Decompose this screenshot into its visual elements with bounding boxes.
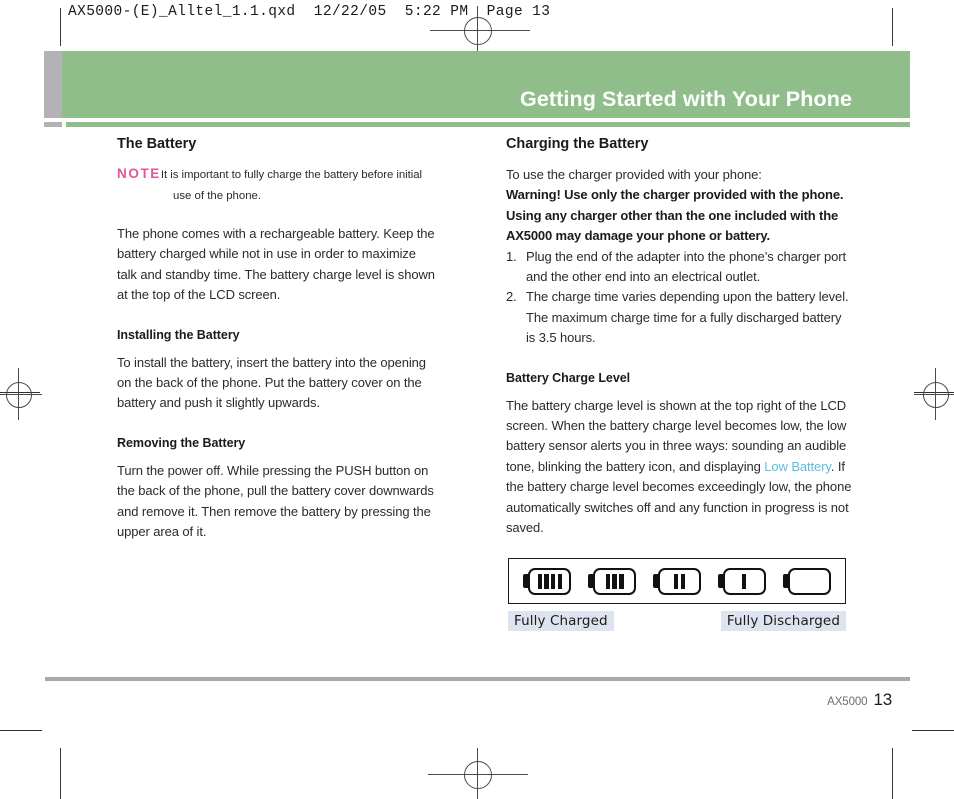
footer-page-number: 13 (873, 690, 892, 709)
heading-battery-charge-level: Battery Charge Level (506, 370, 631, 385)
battery-level-bar (557, 573, 563, 589)
page-edge-left-top (60, 8, 61, 46)
battery-terminal-icon (782, 574, 789, 588)
battery-level-bar (619, 573, 624, 589)
heading-the-battery: The Battery (117, 136, 197, 152)
battery-level-bar (605, 573, 611, 589)
crop-tick-bottom-right (912, 730, 954, 731)
battery-level-bar (544, 573, 549, 589)
battery-icon-4-bars (523, 567, 572, 595)
heading-installing-the-battery: Installing the Battery (117, 327, 240, 342)
label-fully-discharged: Fully Discharged (720, 611, 846, 631)
charging-steps-list: 1. Plug the end of the adapter into the … (506, 247, 854, 349)
list-item-number: 1. (506, 248, 517, 264)
battery-icon-0-bars (782, 567, 831, 595)
page-edge-right-bottom (892, 748, 893, 799)
footer-divider (45, 677, 910, 681)
banner-underline-rule (66, 122, 910, 127)
note-text-line1: It is important to fully charge the batt… (160, 169, 423, 181)
battery-body (722, 567, 766, 595)
banner-side-tab (44, 51, 62, 118)
crop-tick-left (0, 392, 40, 393)
battery-level-bar (537, 573, 542, 589)
crop-tick-right (914, 392, 954, 393)
chapter-banner: Getting Started with Your Phone (62, 51, 910, 118)
battery-body (528, 567, 572, 595)
paragraph-battery-intro: The phone comes with a rechargeable batt… (117, 226, 435, 303)
paragraph-removing-the-battery: Turn the power off. While pressing the P… (117, 462, 434, 540)
page-title: Getting Started with Your Phone (520, 87, 852, 111)
note-block: NOTEIt is important to fully charge the … (117, 165, 435, 206)
battery-icon-2-bars (652, 567, 701, 595)
battery-body (657, 567, 701, 595)
page-edge-left-bottom (60, 748, 61, 799)
paragraph-installing-the-battery: To install the battery, insert the batte… (117, 354, 426, 411)
footer-model-name: AX5000 (827, 696, 868, 708)
list-item: 2. The charge time varies depending upon… (506, 287, 854, 348)
battery-terminal-icon (523, 574, 530, 588)
list-item-text: Plug the end of the adapter into the pho… (526, 248, 847, 285)
registration-mark-left (0, 368, 46, 420)
battery-level-figure (508, 558, 846, 604)
battery-icon-row (509, 559, 845, 603)
battery-body (593, 567, 637, 595)
note-tag: NOTE (117, 166, 161, 181)
low-battery-link[interactable]: Low Battery (764, 459, 831, 474)
footer: AX5000 13 (827, 690, 892, 710)
battery-level-bar (612, 573, 617, 589)
battery-icon-1-bars (717, 567, 766, 595)
rule-side-tab (44, 122, 62, 127)
qxd-file-header: AX5000-(E)_Alltel_1.1.qxd 12/22/05 5:22 … (68, 4, 551, 20)
battery-body (787, 567, 831, 595)
battery-level-bar (551, 573, 556, 589)
paragraph-charger-intro: To use the charger provided with your ph… (506, 167, 762, 182)
registration-mark-bottom (428, 748, 528, 799)
right-column: Charging the Battery To use the charger … (506, 136, 854, 547)
registration-mark-right (910, 368, 954, 420)
battery-figure-labels: Fully Charged Fully Discharged (508, 611, 846, 631)
left-column: The Battery NOTEIt is important to fully… (117, 136, 435, 550)
paragraph-charger-warning: Warning! Use only the charger provided w… (506, 187, 844, 244)
battery-terminal-icon (588, 574, 595, 588)
note-text-line2: use of the phone. (173, 189, 262, 202)
paragraph-battery-charge-level: The battery charge level is shown at the… (506, 396, 854, 539)
battery-terminal-icon (652, 574, 659, 588)
list-item: 1. Plug the end of the adapter into the … (506, 247, 854, 288)
list-item-number: 2. (506, 289, 517, 305)
list-item-text: The charge time varies depending upon th… (526, 289, 849, 346)
battery-level-bar (680, 573, 686, 589)
label-fully-charged: Fully Charged (508, 611, 614, 631)
heading-charging-the-battery: Charging the Battery (506, 136, 649, 152)
battery-terminal-icon (717, 574, 724, 588)
battery-level-bar (742, 573, 747, 589)
battery-icon-3-bars (588, 567, 637, 595)
battery-level-bar (673, 573, 679, 589)
page-edge-right-top (892, 8, 893, 46)
heading-removing-the-battery: Removing the Battery (117, 435, 246, 450)
crop-tick-bottom-left (0, 730, 42, 731)
